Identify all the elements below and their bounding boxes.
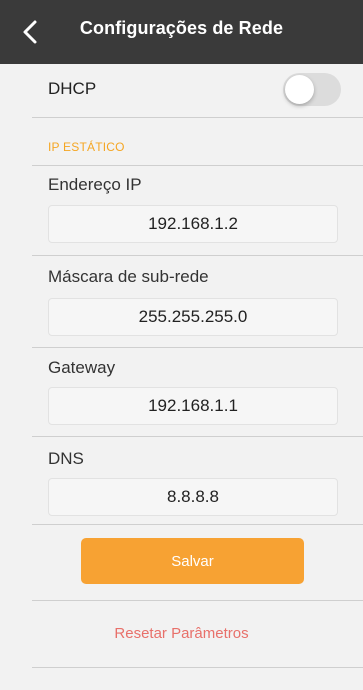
ip-address-label: Endereço IP (48, 175, 142, 194)
divider (32, 117, 363, 118)
page-title: Configurações de Rede (79, 18, 284, 38)
dhcp-row: DHCP (0, 64, 363, 116)
subnet-mask-input[interactable] (48, 298, 338, 336)
subnet-mask-label: Máscara de sub-rede (48, 267, 209, 286)
divider (32, 436, 363, 437)
dns-label: DNS (48, 449, 84, 468)
divider (32, 255, 363, 256)
save-button[interactable]: Salvar (81, 538, 304, 584)
dhcp-label: DHCP (48, 79, 97, 98)
divider (32, 667, 363, 668)
gateway-label: Gateway (48, 358, 116, 377)
reset-parameters-button[interactable]: Resetar Parâmetros (0, 625, 363, 642)
navbar: Configurações de Rede (0, 0, 363, 64)
ip-address-input[interactable] (48, 205, 338, 243)
toggle-knob (285, 75, 314, 104)
divider (32, 524, 363, 525)
divider (32, 600, 363, 601)
section-header-static-ip: IP ESTÁTICO (48, 140, 125, 154)
divider (32, 165, 363, 166)
gateway-input[interactable] (48, 387, 338, 425)
divider (32, 347, 363, 348)
dhcp-toggle[interactable] (283, 73, 341, 106)
dns-input[interactable] (48, 478, 338, 516)
